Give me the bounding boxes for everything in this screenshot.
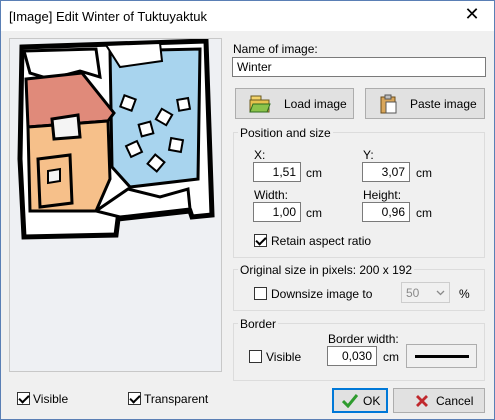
winter-house-image	[17, 38, 215, 240]
paste-image-label: Paste image	[410, 97, 477, 111]
folder-open-icon	[249, 95, 271, 113]
border-line-preview	[415, 355, 469, 358]
height-unit: cm	[416, 206, 432, 220]
border-width-input[interactable]: 0,030	[327, 346, 377, 366]
original-size-title: Original size in pixels: 200 x 192	[238, 263, 415, 277]
cancel-label: Cancel	[436, 394, 474, 408]
clipboard-paste-icon	[380, 94, 397, 114]
name-input[interactable]: Winter	[232, 57, 486, 77]
dialog-window: [Image] Edit Winter of Tuktuyaktuk ✕ Nam…	[0, 0, 495, 420]
name-label: Name of image:	[233, 42, 318, 56]
cancel-button[interactable]: Cancel	[393, 388, 485, 413]
x-unit: cm	[306, 166, 322, 180]
x-label: X:	[254, 148, 266, 162]
red-x-icon	[416, 395, 428, 407]
visible-label[interactable]: Visible	[33, 392, 68, 406]
load-image-button[interactable]: Load image	[235, 88, 354, 119]
image-preview	[9, 38, 222, 372]
retain-aspect-checkbox[interactable]	[254, 234, 267, 247]
border-width-label: Border width:	[328, 332, 399, 346]
window-title: [Image] Edit Winter of Tuktuyaktuk	[9, 9, 207, 24]
ok-label: OK	[363, 394, 381, 408]
border-line-style-button[interactable]	[406, 344, 477, 368]
checkmark-icon	[342, 394, 358, 408]
transparent-label[interactable]: Transparent	[144, 392, 208, 406]
paste-image-button[interactable]: Paste image	[365, 88, 485, 119]
position-size-title: Position and size	[238, 126, 333, 140]
percent-label: %	[459, 287, 470, 301]
height-input[interactable]: 0,96	[362, 202, 410, 222]
border-visible-checkbox[interactable]	[249, 350, 262, 363]
chevron-down-icon	[436, 290, 445, 296]
height-label: Height:	[363, 188, 402, 202]
retain-aspect-label[interactable]: Retain aspect ratio	[271, 234, 371, 248]
y-label: Y:	[363, 148, 374, 162]
title-bar[interactable]: [Image] Edit Winter of Tuktuyaktuk ✕	[1, 1, 494, 31]
width-unit: cm	[306, 206, 322, 220]
downsize-value: 50	[406, 286, 420, 300]
x-input[interactable]: 1,51	[253, 162, 301, 182]
border-visible-label[interactable]: Visible	[266, 350, 301, 364]
y-input[interactable]: 3,07	[362, 162, 410, 182]
downsize-label[interactable]: Downsize image to	[271, 287, 372, 301]
downsize-checkbox[interactable]	[254, 287, 267, 300]
transparent-checkbox[interactable]	[128, 392, 141, 405]
load-image-label: Load image	[284, 97, 347, 111]
visible-checkbox[interactable]	[17, 392, 30, 405]
width-input[interactable]: 1,00	[253, 202, 301, 222]
downsize-select[interactable]: 50	[401, 282, 450, 303]
border-width-unit: cm	[383, 350, 399, 364]
ok-button[interactable]: OK	[332, 388, 388, 413]
y-unit: cm	[416, 166, 432, 180]
border-title: Border	[238, 317, 279, 331]
close-icon[interactable]: ✕	[450, 1, 494, 31]
width-label: Width:	[254, 188, 289, 202]
